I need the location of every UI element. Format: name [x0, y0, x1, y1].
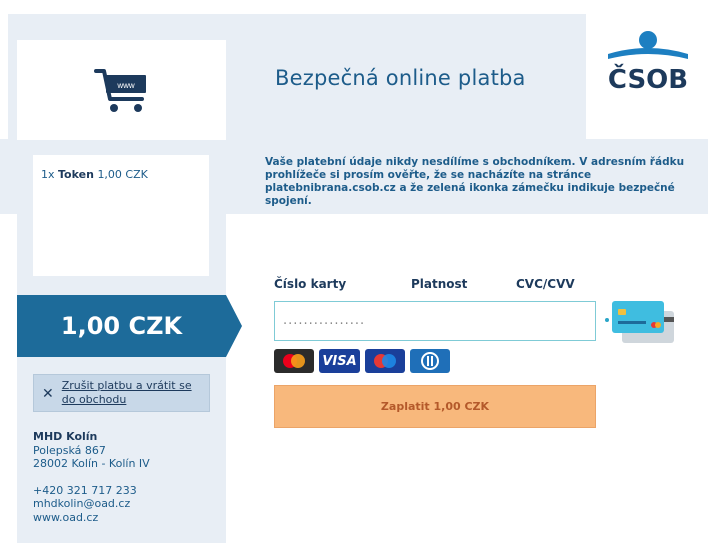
order-quantity: 1x — [41, 168, 55, 181]
amount-banner: 1,00 CZK — [17, 295, 226, 357]
amount-arrow — [226, 295, 242, 357]
merchant-info: MHD Kolín Polepská 867 28002 Kolín - Kol… — [33, 430, 213, 524]
security-note: Vaše platební údaje nikdy nesdílíme s ob… — [265, 156, 685, 207]
card-number-input[interactable]: ................ — [274, 301, 596, 341]
mastercard-logo — [274, 349, 314, 373]
cancel-payment-button[interactable]: ✕ Zrušit platbu a vrátit se do obchodu — [33, 374, 210, 412]
cancel-payment-label[interactable]: Zrušit platbu a vrátit se do obchodu — [62, 379, 201, 407]
credit-card-icon — [604, 299, 676, 351]
shopping-cart-icon: www — [93, 69, 146, 112]
card-number-label: Číslo karty — [274, 277, 347, 291]
cart-card: www — [17, 40, 226, 140]
cart-badge: www — [116, 81, 135, 90]
merchant-street: Polepská 867 — [33, 443, 106, 457]
order-price: 1,00 CZK — [97, 168, 148, 181]
csob-logo: ČSOB — [586, 14, 708, 108]
merchant-phone: +420 321 717 233 — [33, 483, 137, 497]
maestro-logo — [365, 349, 405, 373]
page-title: Bezpečná online platba — [275, 66, 526, 90]
order-summary: 1x Token 1,00 CZK — [33, 155, 209, 276]
close-icon: ✕ — [42, 386, 54, 402]
logo-text: ČSOB — [608, 63, 688, 95]
merchant-web: www.oad.cz — [33, 510, 99, 524]
merchant-email: mhdkolin@oad.cz — [33, 497, 131, 510]
diners-club-logo — [410, 349, 450, 373]
merchant-city: 28002 Kolín - Kolín IV — [33, 457, 150, 470]
pay-button[interactable]: Zaplatit 1,00 CZK — [274, 385, 596, 428]
visa-logo: VISA — [319, 349, 360, 373]
merchant-name: MHD Kolín — [33, 430, 98, 443]
expiry-label: Platnost — [411, 277, 468, 291]
cvc-label: CVC/CVV — [516, 277, 575, 291]
order-item: Token — [58, 168, 94, 181]
